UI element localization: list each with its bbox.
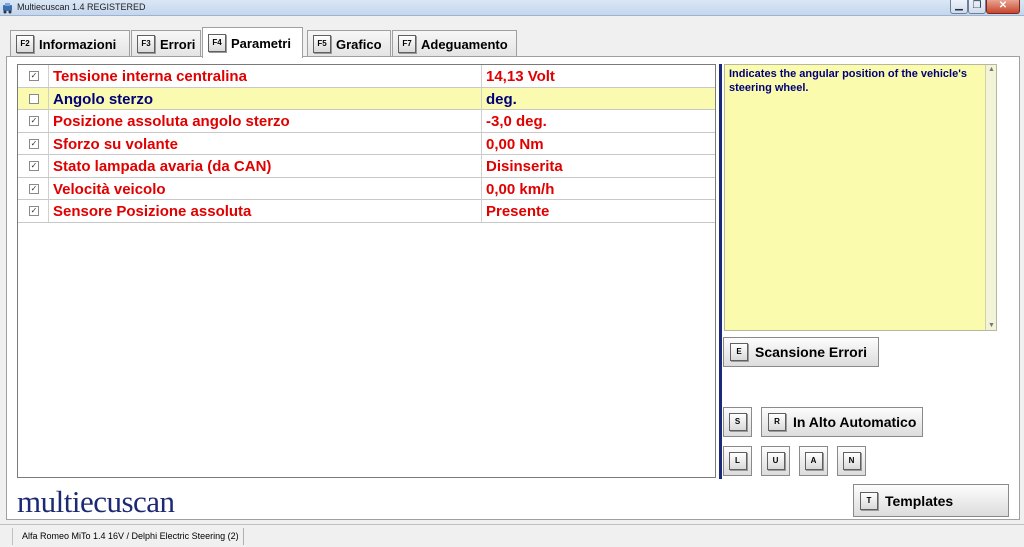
parameter-row[interactable]: ✓ Stato lampada avaria (da CAN) Disinser… [18,155,715,178]
checkbox-icon[interactable]: ✓ [29,71,39,81]
parameter-name: Sforzo su volante [53,135,179,153]
column-divider [48,177,49,200]
key-n-icon: N [842,452,861,470]
parameter-value: deg. [486,90,517,108]
button-label: In Alto Automatico [793,414,917,430]
tab-informazioni[interactable]: F2 Informazioni [10,30,130,57]
parameter-row[interactable]: ✓ Sensore Posizione assoluta Presente [18,200,715,223]
column-divider [48,110,49,132]
description-text: Indicates the angular position of the ve… [729,68,967,94]
multiecuscan-logo: multiecuscan [17,484,175,519]
checkbox-icon[interactable]: ✓ [29,161,39,171]
description-scrollbar[interactable]: ▲ ▼ [985,65,996,330]
parameter-name: Posizione assoluta angolo sterzo [53,113,290,130]
l-button[interactable]: L [723,446,752,476]
parameter-name: Stato lampada avaria (da CAN) [53,158,272,175]
column-divider [481,177,482,200]
status-bar: Alfa Romeo MiTo 1.4 16V / Delphi Electri… [0,524,1024,547]
column-divider [481,65,482,87]
key-s-icon: S [728,413,747,431]
panel-separator [719,64,722,479]
column-divider [481,155,482,177]
scan-errors-button[interactable]: E Scansione Errori [723,337,879,367]
title-bar: Multiecuscan 1.4 REGISTERED ▁ ❐ ✕ [0,0,1024,16]
column-divider [48,132,49,155]
key-u-icon: U [766,452,785,470]
button-label: Scansione Errori [755,344,868,360]
window-title: Multiecuscan 1.4 REGISTERED [17,2,146,12]
parameter-value: 0,00 Nm [486,135,544,153]
tab-adeguamento[interactable]: F7 Adeguamento [392,30,517,57]
parameter-value: 0,00 km/h [486,180,555,198]
checkbox-icon[interactable]: ✓ [29,206,39,216]
column-divider [48,155,49,177]
column-divider [481,110,482,132]
key-f2-icon: F2 [16,35,34,53]
parameter-name: Angolo sterzo [53,90,153,108]
u-button[interactable]: U [761,446,790,476]
key-f5-icon: F5 [313,35,331,53]
parameter-value: 14,13 Volt [486,68,555,85]
parameter-row[interactable]: ✓ Sforzo su volante 0,00 Nm [18,132,715,155]
column-divider [481,87,482,110]
tab-label: Grafico [336,36,382,52]
key-f7-icon: F7 [398,35,416,53]
n-button[interactable]: N [837,446,866,476]
parameter-list[interactable]: ✓ Tensione interna centralina 14,13 Volt… [17,64,716,478]
parametri-page: ✓ Tensione interna centralina 14,13 Volt… [6,56,1020,520]
checkbox-icon[interactable]: ✓ [29,138,39,149]
parameter-name: Velocità veicolo [53,180,166,198]
parameter-value: Presente [486,203,550,220]
column-divider [481,132,482,155]
checkbox-icon[interactable]: ✓ [29,116,39,126]
tab-errori[interactable]: F3 Errori [131,30,201,57]
tab-label: Adeguamento [421,36,508,52]
vehicle-status: Alfa Romeo MiTo 1.4 16V / Delphi Electri… [18,528,244,545]
auto-top-button[interactable]: R In Alto Automatico [761,407,923,437]
key-a-icon: A [804,452,823,470]
parameter-row[interactable]: ✓ Tensione interna centralina 14,13 Volt [18,65,715,88]
key-e-icon: E [730,343,748,361]
minimize-button[interactable]: ▁ [950,0,968,14]
button-label: Templates [885,492,954,509]
description-panel[interactable]: Indicates the angular position of the ve… [724,64,997,331]
a-button[interactable]: A [799,446,828,476]
tab-label: Parametri [231,35,291,51]
tab-parametri[interactable]: F4 Parametri [202,27,303,58]
parameter-row-selected[interactable]: Angolo sterzo deg. [18,87,715,110]
tab-grafico[interactable]: F5 Grafico [307,30,391,57]
parameter-row[interactable]: ✓ Velocità veicolo 0,00 km/h [18,177,715,200]
key-f4-icon: F4 [208,34,226,52]
tab-label: Informazioni [39,36,117,52]
app-icon [3,3,12,14]
key-l-icon: L [728,452,747,470]
column-divider [48,65,49,87]
parameter-name: Sensore Posizione assoluta [53,203,252,220]
checkbox-icon[interactable] [29,93,39,104]
column-divider [48,87,49,110]
s-button[interactable]: S [723,407,752,437]
key-r-icon: R [768,413,786,431]
parameter-value: -3,0 deg. [486,113,547,130]
status-divider [12,528,13,545]
tab-label: Errori [160,36,196,52]
parameter-value: Disinserita [486,158,563,175]
key-f3-icon: F3 [137,35,155,53]
column-divider [481,200,482,222]
parameter-name: Tensione interna centralina [53,68,247,85]
checkbox-icon[interactable]: ✓ [29,183,39,194]
scroll-down-icon[interactable]: ▼ [988,322,995,329]
scroll-up-icon[interactable]: ▲ [988,66,995,73]
close-button[interactable]: ✕ [986,0,1020,14]
column-divider [48,200,49,222]
parameter-row[interactable]: ✓ Posizione assoluta angolo sterzo -3,0 … [18,110,715,133]
templates-button[interactable]: T Templates [853,484,1009,517]
key-t-icon: T [860,491,878,510]
maximize-button[interactable]: ❐ [968,0,986,14]
